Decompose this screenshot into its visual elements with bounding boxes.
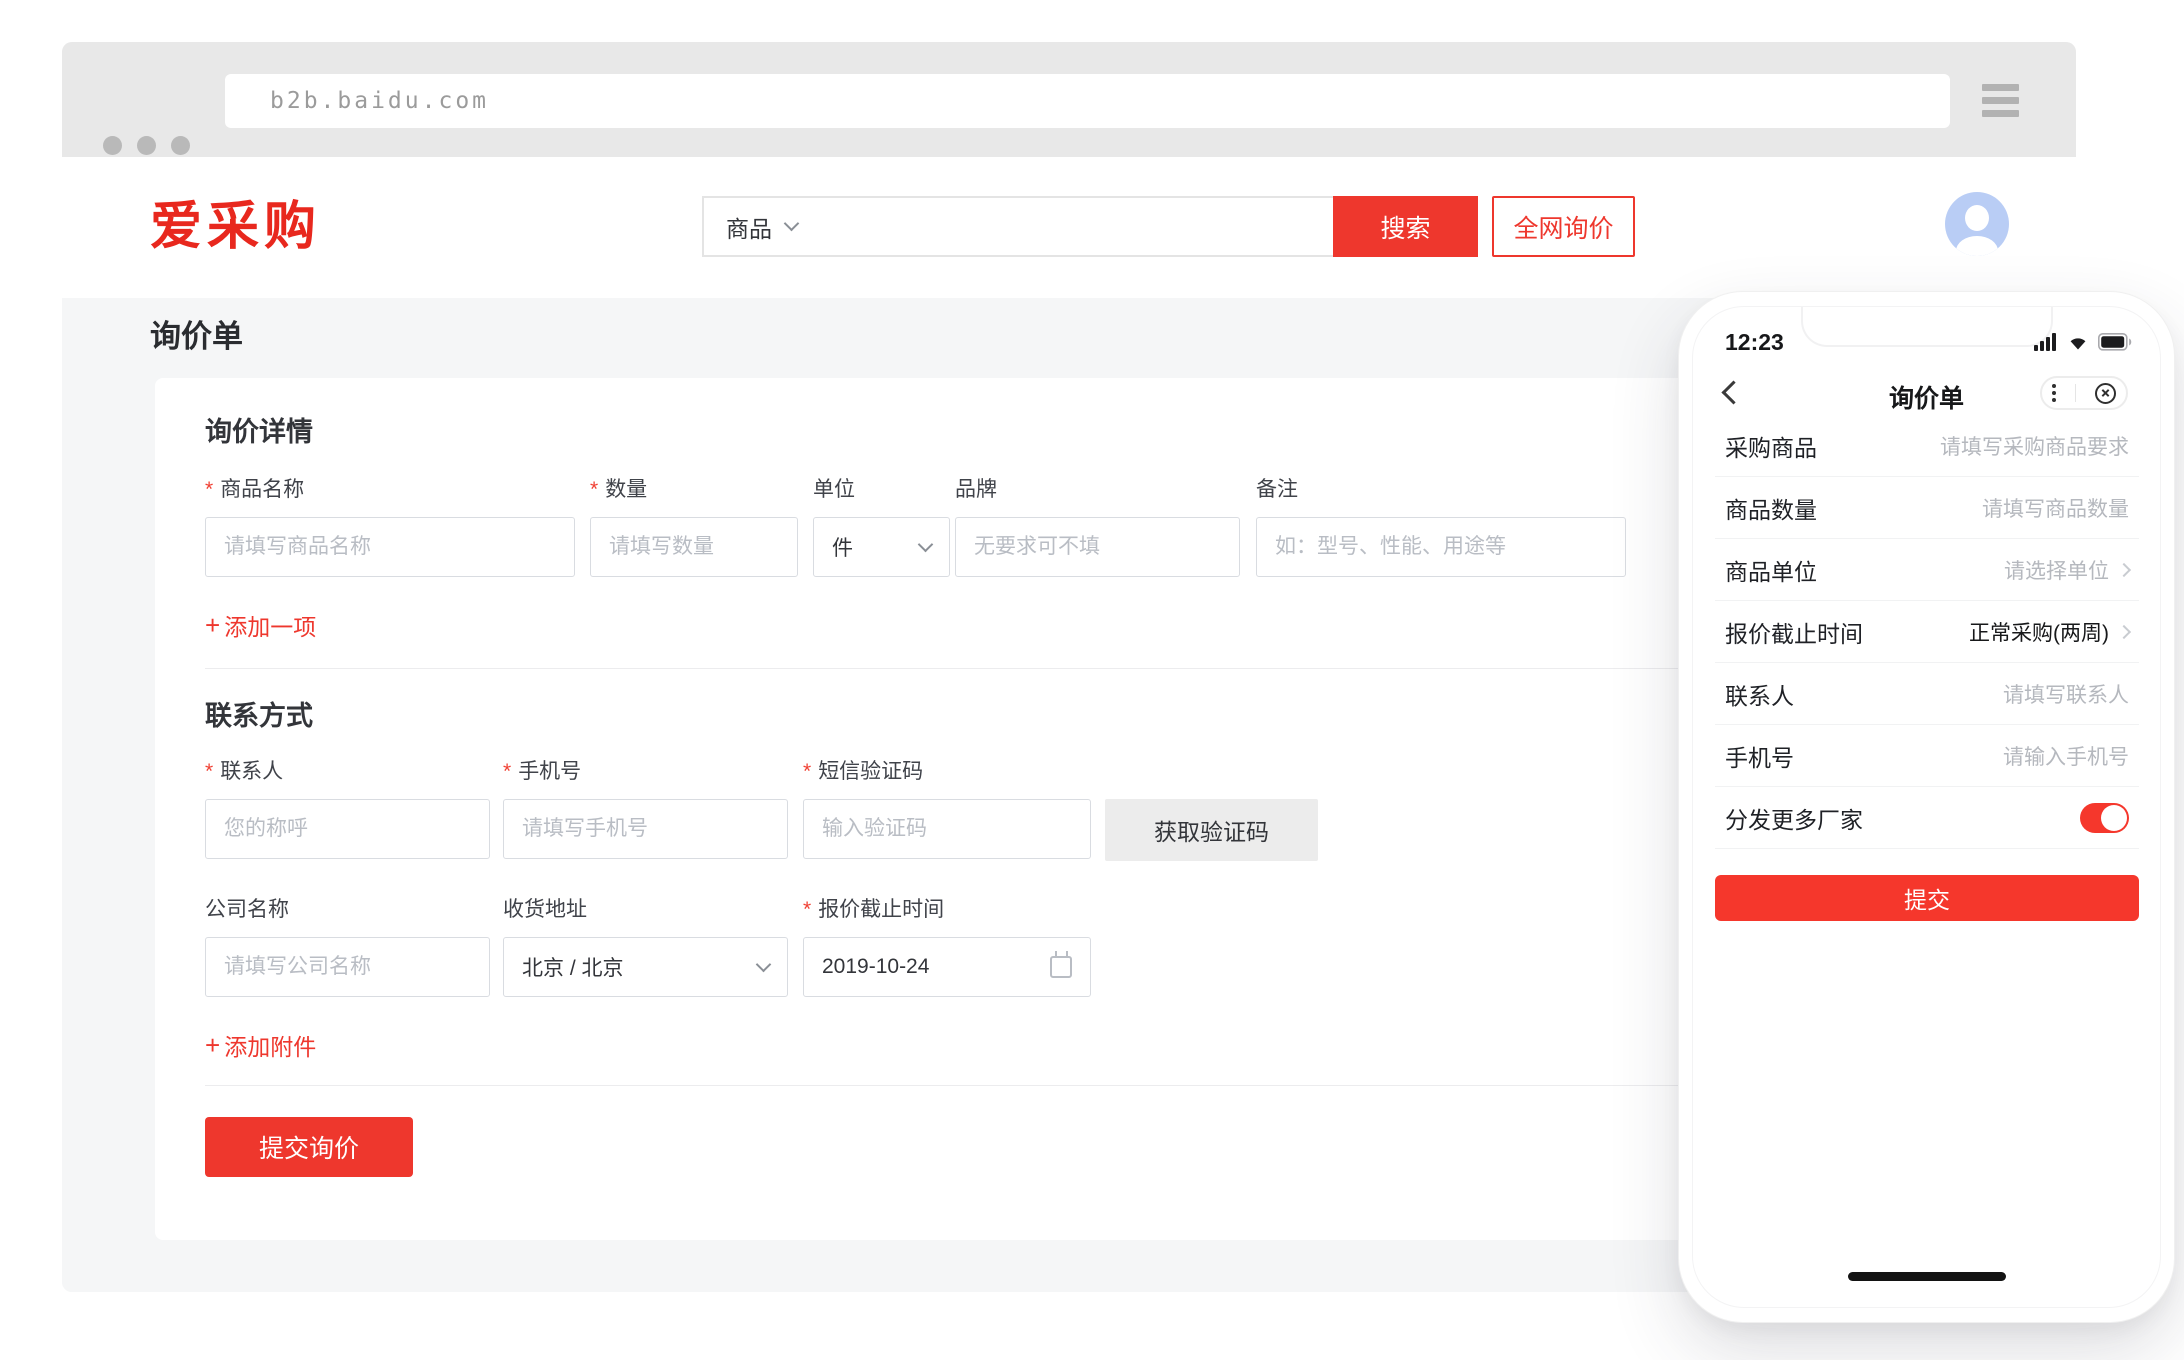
page-title: 询价单 bbox=[150, 311, 243, 356]
phone-mockup: 12:23 询价单 bbox=[1679, 292, 2174, 1322]
brand-label: 品牌 bbox=[955, 477, 1240, 503]
search-category-select[interactable]: 商品 bbox=[726, 210, 772, 244]
global-inquiry-button[interactable]: 全网询价 bbox=[1492, 196, 1635, 257]
miniprogram-capsule bbox=[2040, 376, 2128, 410]
note-input[interactable] bbox=[1256, 517, 1626, 577]
status-time: 12:23 bbox=[1725, 329, 1784, 356]
list-item-unit[interactable]: 商品单位 请选择单位 bbox=[1715, 539, 2139, 601]
note-label: 备注 bbox=[1256, 477, 1626, 503]
list-item-quantity[interactable]: 商品数量 请填写商品数量 bbox=[1715, 477, 2139, 539]
contact-label: 联系人 bbox=[205, 759, 490, 785]
window-control-dot[interactable] bbox=[137, 136, 156, 155]
list-item-product[interactable]: 采购商品 请填写采购商品要求 bbox=[1715, 415, 2139, 477]
address-bar[interactable]: b2b.baidu.com bbox=[225, 74, 1950, 128]
mobile-label: 手机号 bbox=[503, 759, 788, 785]
add-item-link[interactable]: + 添加一项 bbox=[205, 608, 316, 642]
home-indicator[interactable] bbox=[1848, 1272, 2006, 1281]
deadline-label: 报价截止时间 bbox=[803, 897, 1091, 923]
chevron-down-icon bbox=[784, 216, 800, 232]
chevron-down-icon bbox=[918, 536, 934, 552]
chevron-right-icon bbox=[2117, 624, 2131, 638]
deadline-date-input[interactable]: 2019-10-24 bbox=[803, 937, 1091, 997]
list-item-distribute: 分发更多厂家 bbox=[1715, 787, 2139, 849]
phone-screen: 12:23 询价单 bbox=[1692, 306, 2161, 1308]
browser-chrome: b2b.baidu.com bbox=[62, 42, 2076, 157]
get-code-button[interactable]: 获取验证码 bbox=[1105, 799, 1318, 861]
site-header: 爱采购 商品 搜索 全网询价 bbox=[62, 157, 2076, 298]
quantity-label: 数量 bbox=[590, 477, 798, 503]
chevron-down-icon bbox=[756, 956, 772, 972]
quantity-input[interactable] bbox=[590, 517, 798, 577]
unit-label: 单位 bbox=[813, 477, 950, 503]
phone-notch bbox=[1801, 306, 2053, 347]
battery-icon bbox=[2098, 333, 2132, 351]
address-label: 收货地址 bbox=[503, 897, 788, 923]
submit-inquiry-button[interactable]: 提交询价 bbox=[205, 1117, 413, 1177]
window-control-dot[interactable] bbox=[171, 136, 190, 155]
address-select[interactable]: 北京 / 北京 bbox=[503, 937, 788, 997]
section-title-details: 询价详情 bbox=[205, 410, 313, 449]
brand-input[interactable] bbox=[955, 517, 1240, 577]
more-options-icon[interactable] bbox=[2052, 391, 2056, 395]
user-avatar[interactable] bbox=[1945, 192, 2009, 256]
chevron-right-icon bbox=[2117, 562, 2131, 576]
distribute-toggle[interactable] bbox=[2080, 803, 2129, 833]
company-label: 公司名称 bbox=[205, 897, 490, 923]
section-title-contact: 联系方式 bbox=[205, 694, 313, 733]
add-attachment-link[interactable]: + 添加附件 bbox=[205, 1028, 316, 1062]
contact-input[interactable] bbox=[205, 799, 490, 859]
window-control-dot[interactable] bbox=[103, 136, 122, 155]
status-icons bbox=[2034, 333, 2132, 351]
browser-menu-icon[interactable] bbox=[1982, 84, 2019, 118]
phone-form-list: 采购商品 请填写采购商品要求 商品数量 请填写商品数量 商品单位 请选择单位 报… bbox=[1715, 415, 2139, 849]
list-item-deadline[interactable]: 报价截止时间 正常采购(两周) bbox=[1715, 601, 2139, 663]
list-item-contact[interactable]: 联系人 请填写联系人 bbox=[1715, 663, 2139, 725]
phone-submit-button[interactable]: 提交 bbox=[1715, 875, 2139, 921]
close-icon[interactable] bbox=[2095, 383, 2116, 404]
plus-icon: + bbox=[205, 1030, 220, 1061]
plus-icon: + bbox=[205, 610, 220, 641]
search-bar: 商品 搜索 全网询价 bbox=[702, 196, 1635, 257]
capsule-divider bbox=[2075, 384, 2076, 402]
site-logo[interactable]: 爱采购 bbox=[150, 199, 321, 255]
wifi-icon bbox=[2066, 333, 2090, 351]
calendar-icon bbox=[1050, 956, 1072, 978]
url-text: b2b.baidu.com bbox=[225, 88, 489, 114]
search-input[interactable]: 商品 bbox=[702, 196, 1333, 257]
product-name-label: 商品名称 bbox=[205, 477, 575, 503]
product-name-input[interactable] bbox=[205, 517, 575, 577]
sms-code-label: 短信验证码 bbox=[803, 759, 1091, 785]
list-item-mobile[interactable]: 手机号 请输入手机号 bbox=[1715, 725, 2139, 787]
screenshot-stage: b2b.baidu.com 爱采购 商品 搜索 全网询价 bbox=[0, 0, 2184, 1360]
search-button[interactable]: 搜索 bbox=[1333, 196, 1478, 257]
company-input[interactable] bbox=[205, 937, 490, 997]
mobile-input[interactable] bbox=[503, 799, 788, 859]
sms-code-input[interactable] bbox=[803, 799, 1091, 859]
cellular-signal-icon bbox=[2034, 333, 2058, 351]
avatar-person-icon bbox=[1965, 205, 1989, 231]
unit-select[interactable]: 件 bbox=[813, 517, 950, 577]
